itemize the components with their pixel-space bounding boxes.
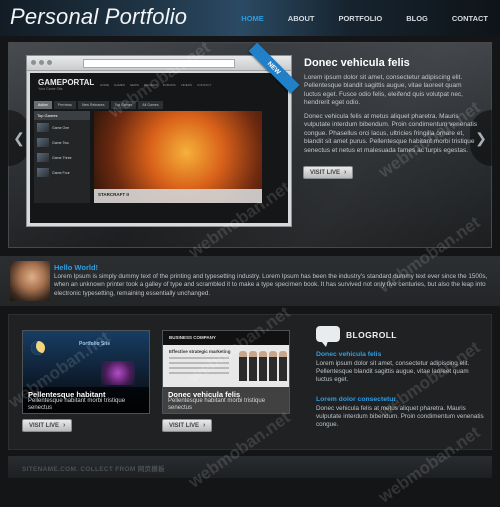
game-name: Game Three [52,155,72,160]
button-label: VISIT LIVE [169,422,200,429]
screenshot-game: Game One [34,120,90,135]
game-thumb [37,168,49,177]
site-footer: SITENAME.COM. COLLECT FROM 网页模板 [8,456,492,478]
site-title[interactable]: Personal Portfolio [10,4,187,30]
slide-paragraph: Donec vehicula felis at metus aliquet ph… [304,113,478,154]
site-header: Personal Portfolio HOME ABOUT PORTFOLIO … [0,0,500,36]
portfolio-card-caption: Donec vehicula felis Pellentesque habita… [163,387,289,413]
nav-about[interactable]: ABOUT [276,0,327,36]
blog-post-title[interactable]: Lorem dolor consectetur [316,396,396,403]
card-site-text-lines [169,357,229,377]
people-graphic [239,351,287,381]
chevron-right-icon: › [203,422,206,429]
window-dot-icon [39,60,44,65]
game-name: Game Two [52,140,69,145]
screenshot-feature-title: STARCRAFT II [98,192,129,197]
browser-toolbar [27,56,291,71]
screenshot-nav: HOME GAMES NEWS REVIEWS FORUMS VIDEOS CO… [100,83,211,87]
nav-portfolio[interactable]: PORTFOLIO [326,0,394,36]
blog-post-text: Lorem ipsum dolor sit amet, consectetur … [316,360,470,384]
screenshot-tab: New Releases [77,101,109,109]
screenshot-tab: Top Games [110,101,137,109]
intro-text: Lorem Ipsum is simply dummy text of the … [54,273,488,297]
screenshot-tab: Previews [53,101,76,109]
screenshot-nav-item: FORUMS [162,83,176,87]
nav-contact[interactable]: CONTACT [440,0,500,36]
portfolio-visit-live-button[interactable]: VISIT LIVE › [162,419,213,432]
intro-strip: Hello World! Lorem Ipsum is simply dummy… [0,256,500,306]
screenshot-tab: All Games [138,101,163,109]
screenshot-feature-caption: STARCRAFT II [94,189,262,203]
screenshot-nav-item: HOME [100,83,109,87]
slide-screenshot: GAMEPORTAL Your Game Site HOME GAMES NEW… [26,55,292,227]
blog-post-text: Donec vehicula felis at metus aliquet ph… [316,405,484,429]
blog-post-title[interactable]: Donec vehicula felis [316,351,381,358]
screenshot-game: Game Two [34,135,90,150]
portfolio-card-caption: Pellentesque habitant Pellentesque habit… [23,387,149,413]
card-site-header: BUSINESS COMPANY [163,331,289,345]
main-nav: HOME ABOUT PORTFOLIO BLOG CONTACT [229,0,500,36]
portfolio-visit-live-button[interactable]: VISIT LIVE › [22,419,73,432]
card-site-headline: Effective strategic marketing [169,349,231,354]
screenshot-nav-item: NEWS [129,83,139,87]
game-thumb [37,123,49,132]
blogroll-title: BLOGROLL [346,330,397,340]
screenshot-page: GAMEPORTAL Your Game Site HOME GAMES NEW… [30,73,288,223]
slide-paragraph: Lorem ipsum dolor sit amet, consectetur … [304,74,463,107]
screenshot-sidebar: Top Games Game One Game Two Game Three G… [34,111,90,203]
game-name: Game Four [52,170,70,175]
chevron-right-icon: › [63,422,66,429]
screenshot-tabs: Action Previews New Releases Top Games A… [34,101,163,109]
button-label: VISIT LIVE [29,422,60,429]
screenshot-game: Game Three [34,150,90,165]
nav-home[interactable]: HOME [229,0,276,36]
screenshot-game: Game Four [34,165,90,180]
avatar [10,261,50,301]
speech-bubble-icon [316,326,340,347]
nav-blog[interactable]: BLOG [394,0,440,36]
screenshot-nav-item: VIDEOS [180,83,193,87]
card-site-brand: BUSINESS COMPANY [169,335,216,340]
button-label: VISIT LIVE [310,169,341,176]
portfolio-card[interactable]: Portfolio Site Pellentesque habitant Pel… [22,330,150,414]
portfolio-card-text: Pellentesque habitant morbi tristique se… [28,398,126,411]
screenshot-feature-image: STARCRAFT II [94,111,262,203]
screenshot-nav-item: REVIEWS [143,83,158,87]
portfolio-card-text: Pellentesque habitant morbi tristique se… [168,398,266,411]
footer-text: SITENAME.COM. COLLECT FROM 网页模板 [22,466,165,473]
game-thumb [37,153,49,162]
game-name: Game One [52,125,70,130]
chevron-right-icon: › [344,169,347,176]
screenshot-nav-item: GAMES [114,83,125,87]
window-dot-icon [31,60,36,65]
character-graphic [101,361,135,385]
slide-title[interactable]: Donec vehicula felis [304,57,410,69]
portfolio-card-logo: Portfolio Site [79,341,111,347]
portfolio-card[interactable]: BUSINESS COMPANY Effective strategic mar… [162,330,290,414]
moon-graphic [31,341,45,355]
screenshot-tab: Action [34,101,52,109]
screenshot-logo: GAMEPORTAL [38,78,95,87]
screenshot-tagline: Your Game Site [38,87,63,91]
intro-title: Hello World! [54,263,99,272]
screenshot-sidebar-title: Top Games [34,111,90,120]
window-dot-icon [47,60,52,65]
screenshot-nav-item: CONTACT [197,83,212,87]
slide-visit-live-button[interactable]: VISIT LIVE › [303,166,354,179]
browser-address-bar [83,59,235,68]
game-thumb [37,138,49,147]
